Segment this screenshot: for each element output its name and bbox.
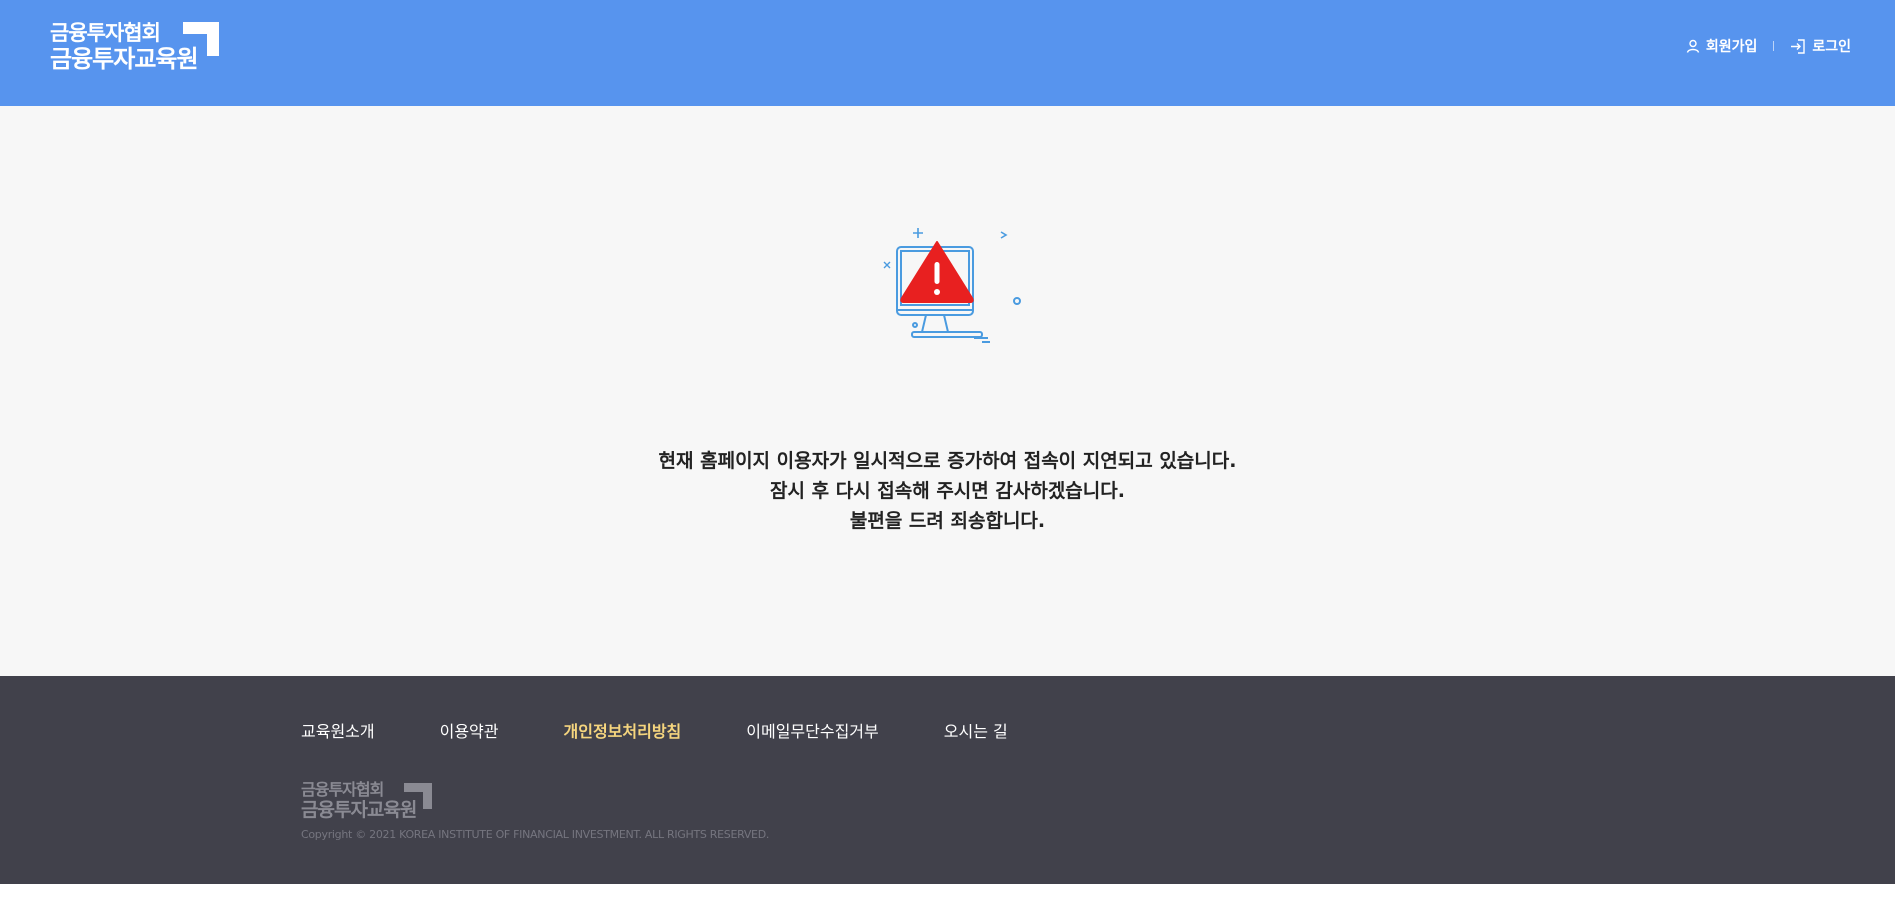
footer-logo-mark-icon — [404, 783, 432, 809]
login-label: 로그인 — [1812, 39, 1851, 55]
signup-link[interactable]: 회원가입 — [1686, 36, 1758, 56]
footer-logo: 금융투자협회 금융투자교육원 — [301, 780, 436, 822]
copyright-text: Copyright © 2021 KOREA INSTITUTE OF FINA… — [301, 828, 770, 841]
login-link[interactable]: 로그인 — [1790, 36, 1851, 56]
logo-line2: 금융투자교육원 — [50, 45, 199, 73]
user-icon — [1686, 39, 1700, 53]
site-header: 금융투자협회 금융투자교육원 회원가입 로그인 — [0, 0, 1895, 106]
footer-link-directions[interactable]: 오시는 길 — [944, 718, 1008, 742]
footer-nav: 교육원소개 이용약관 개인정보처리방침 이메일무단수집거부 오시는 길 — [301, 718, 1008, 742]
footer-logo-text: 금융투자협회 금융투자교육원 — [301, 780, 417, 821]
message-line-2: 잠시 후 다시 접속해 주시면 감사하겠습니다. — [770, 480, 1125, 502]
logo-text: 금융투자협회 금융투자교육원 — [50, 20, 199, 73]
footer-link-privacy[interactable]: 개인정보처리방침 — [564, 718, 682, 742]
nav-divider — [1773, 41, 1775, 51]
message-line-3: 불편을 드려 죄송합니다. — [849, 510, 1046, 532]
footer-link-about[interactable]: 교육원소개 — [301, 718, 375, 742]
signup-label: 회원가입 — [1705, 39, 1758, 55]
message-line-1: 현재 홈페이지 이용자가 일시적으로 증가하여 접속이 지연되고 있습니다. — [658, 450, 1237, 472]
monitor-warning-icon — [883, 228, 1021, 343]
logo-line1: 금융투자협회 — [50, 21, 161, 45]
footer-link-terms[interactable]: 이용약관 — [440, 718, 499, 742]
delay-message: 현재 홈페이지 이용자가 일시적으로 증가하여 접속이 지연되고 있습니다. 잠… — [0, 446, 1895, 536]
login-icon — [1791, 38, 1806, 54]
user-nav: 회원가입 로그인 — [1686, 36, 1851, 56]
footer-link-email-refusal[interactable]: 이메일무단수집거부 — [746, 718, 878, 742]
footer-logo-line2: 금융투자교육원 — [301, 799, 417, 821]
logo-mark-icon — [183, 22, 219, 56]
footer-logo-line1: 금융투자협회 — [301, 780, 384, 799]
header-logo[interactable]: 금융투자협회 금융투자교육원 — [50, 20, 222, 72]
main-content: 현재 홈페이지 이용자가 일시적으로 증가하여 접속이 지연되고 있습니다. 잠… — [0, 106, 1895, 676]
site-footer: 교육원소개 이용약관 개인정보처리방침 이메일무단수집거부 오시는 길 금융투자… — [0, 676, 1895, 884]
